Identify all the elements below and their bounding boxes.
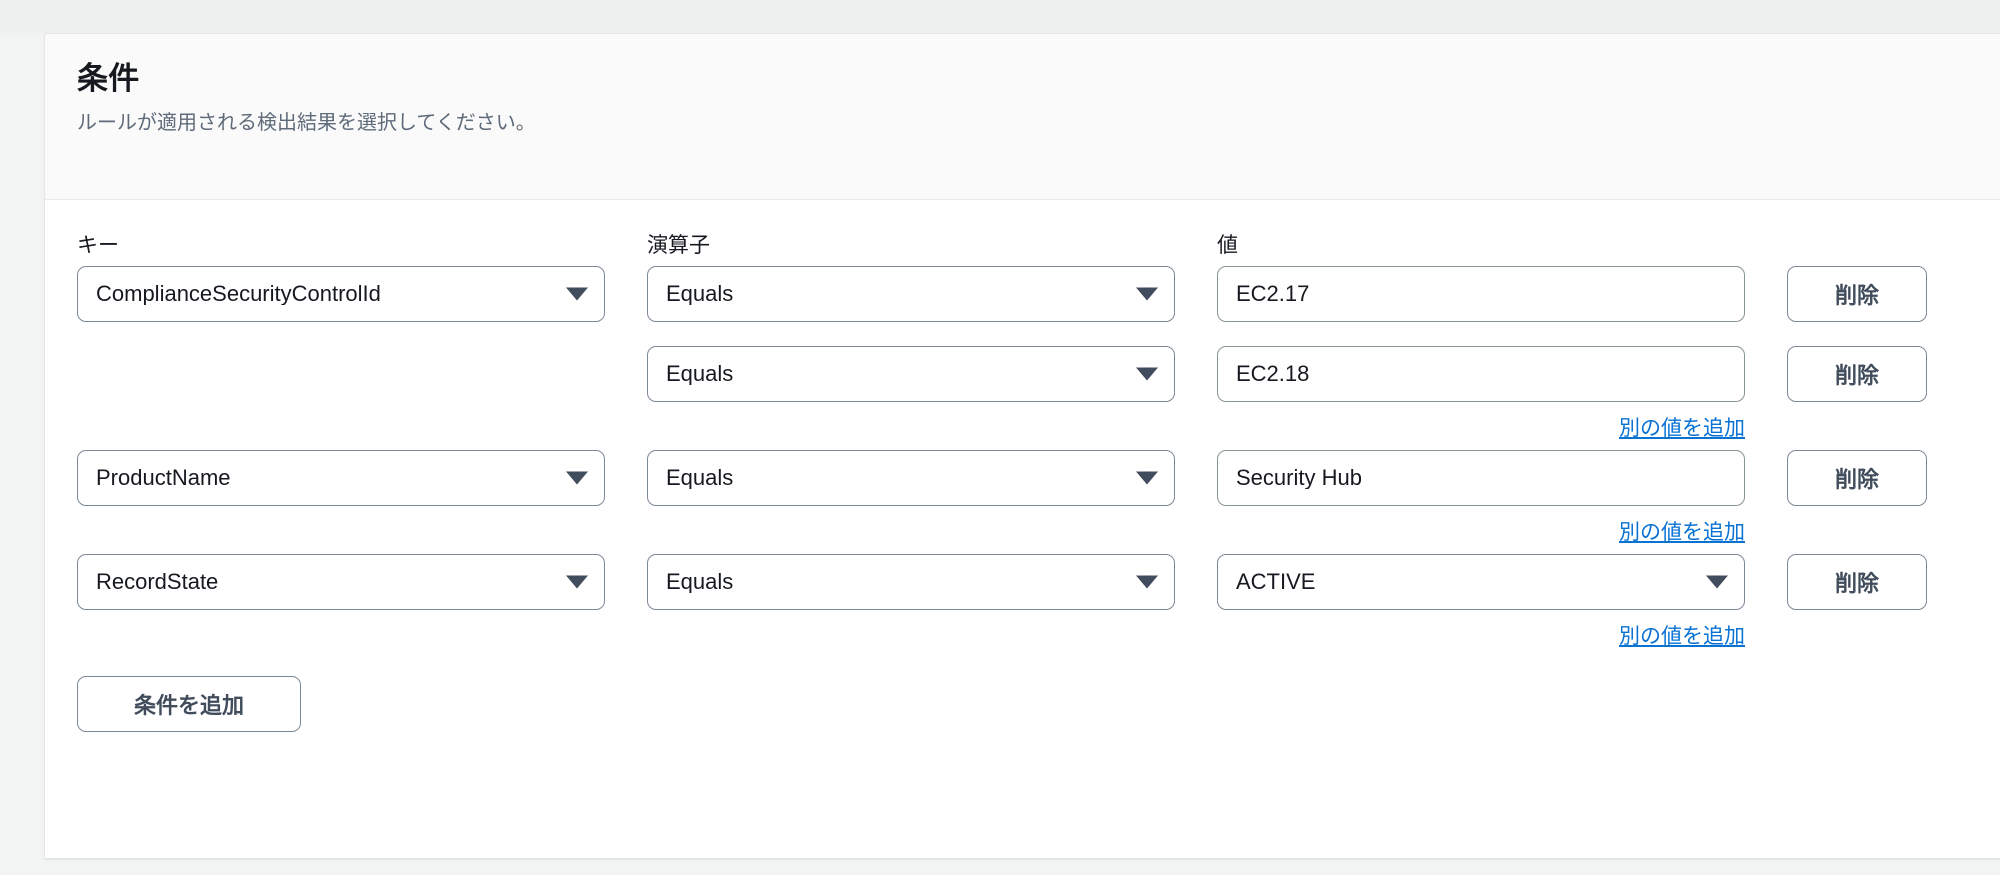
condition-operator-cell: Equals — [647, 450, 1217, 506]
condition-operator-cell: Equals — [647, 266, 1217, 322]
delete-condition-button[interactable]: 削除 — [1787, 450, 1927, 506]
page-subtitle: ルールが適用される検出結果を選択してください。 — [77, 111, 536, 134]
condition-row: ProductName Equals Security Hub 削除 — [77, 450, 1996, 506]
add-another-value-row: 別の値を追加 — [77, 412, 1996, 442]
condition-operator-value: Equals — [666, 467, 734, 489]
condition-value-text: ACTIVE — [1236, 571, 1316, 593]
condition-operator-value: Equals — [666, 363, 734, 385]
condition-key-value: RecordState — [96, 571, 219, 593]
condition-operator-value: Equals — [666, 283, 734, 305]
condition-row: ComplianceSecurityControlId Equals EC2.1… — [77, 266, 1996, 322]
condition-value-text: Security Hub — [1236, 467, 1362, 489]
add-another-value-row: 別の値を追加 — [77, 620, 1996, 650]
condition-operator-select[interactable]: Equals — [647, 554, 1175, 610]
add-condition-button[interactable]: 条件を追加 — [77, 676, 301, 732]
condition-key-select[interactable]: ProductName — [77, 450, 605, 506]
condition-value-input[interactable]: EC2.18 — [1217, 346, 1745, 402]
column-header-operator: 演算子 — [647, 234, 710, 257]
add-value-spacer — [77, 412, 1217, 442]
condition-column-headers: キー 演算子 値 — [77, 226, 1996, 256]
condition-value-cell: EC2.17 — [1217, 266, 1787, 322]
condition-actions-cell: 削除 — [1787, 554, 1967, 610]
condition-actions-cell: 削除 — [1787, 266, 1967, 322]
condition-operator-cell: Equals — [647, 346, 1217, 402]
chevron-down-icon — [566, 287, 588, 301]
condition-row: Equals EC2.18 削除 — [77, 346, 1996, 402]
add-value-wrap: 別の値を追加 — [1217, 412, 1787, 442]
condition-operator-select[interactable]: Equals — [647, 266, 1175, 322]
condition-value-cell: EC2.18 — [1217, 346, 1787, 402]
add-condition-row: 条件を追加 — [77, 658, 1996, 772]
condition-operator-select[interactable]: Equals — [647, 346, 1175, 402]
condition-value-text: EC2.17 — [1236, 283, 1310, 305]
condition-row: RecordState Equals ACTIVE 削除 — [77, 554, 1996, 610]
chevron-down-icon — [1136, 575, 1158, 589]
add-value-spacer — [77, 620, 1217, 650]
condition-key-select[interactable]: RecordState — [77, 554, 605, 610]
condition-value-select[interactable]: ACTIVE — [1217, 554, 1745, 610]
row-spacer — [77, 332, 1996, 346]
condition-operator-cell: Equals — [647, 554, 1217, 610]
condition-value-cell: ACTIVE — [1217, 554, 1787, 610]
condition-operator-value: Equals — [666, 571, 734, 593]
chevron-down-icon — [1136, 367, 1158, 381]
condition-actions-cell: 削除 — [1787, 450, 1967, 506]
condition-operator-select[interactable]: Equals — [647, 450, 1175, 506]
condition-key-cell: ProductName — [77, 450, 647, 506]
add-another-value-link[interactable]: 別の値を追加 — [1619, 521, 1745, 544]
delete-condition-button[interactable]: 削除 — [1787, 346, 1927, 402]
conditions-card-header: 条件 ルールが適用される検出結果を選択してください。 — [45, 34, 2000, 200]
column-header-key: キー — [77, 234, 119, 257]
delete-condition-button[interactable]: 削除 — [1787, 554, 1927, 610]
condition-key-value: ComplianceSecurityControlId — [96, 283, 381, 305]
condition-key-cell: RecordState — [77, 554, 647, 610]
add-value-wrap: 別の値を追加 — [1217, 620, 1787, 650]
conditions-card: 条件 ルールが適用される検出結果を選択してください。 キー 演算子 値 Comp… — [44, 33, 2000, 859]
page-top-strip — [0, 0, 2000, 33]
chevron-down-icon — [566, 471, 588, 485]
condition-key-select[interactable]: ComplianceSecurityControlId — [77, 266, 605, 322]
add-another-value-row: 別の値を追加 — [77, 516, 1996, 546]
add-another-value-link[interactable]: 別の値を追加 — [1619, 625, 1745, 648]
chevron-down-icon — [566, 575, 588, 589]
add-value-spacer — [77, 516, 1217, 546]
column-header-value: 値 — [1217, 234, 1238, 257]
condition-value-cell: Security Hub — [1217, 450, 1787, 506]
condition-value-input[interactable]: Security Hub — [1217, 450, 1745, 506]
condition-value-text: EC2.18 — [1236, 363, 1310, 385]
add-another-value-link[interactable]: 別の値を追加 — [1619, 417, 1745, 440]
page-title: 条件 — [77, 61, 140, 96]
delete-condition-button[interactable]: 削除 — [1787, 266, 1927, 322]
chevron-down-icon — [1706, 575, 1728, 589]
condition-key-value: ProductName — [96, 467, 231, 489]
chevron-down-icon — [1136, 287, 1158, 301]
condition-value-input[interactable]: EC2.17 — [1217, 266, 1745, 322]
condition-key-cell: ComplianceSecurityControlId — [77, 266, 647, 322]
chevron-down-icon — [1136, 471, 1158, 485]
conditions-card-body: キー 演算子 値 ComplianceSecurityControlId Equ… — [45, 200, 2000, 772]
add-value-wrap: 別の値を追加 — [1217, 516, 1787, 546]
condition-actions-cell: 削除 — [1787, 346, 1967, 402]
